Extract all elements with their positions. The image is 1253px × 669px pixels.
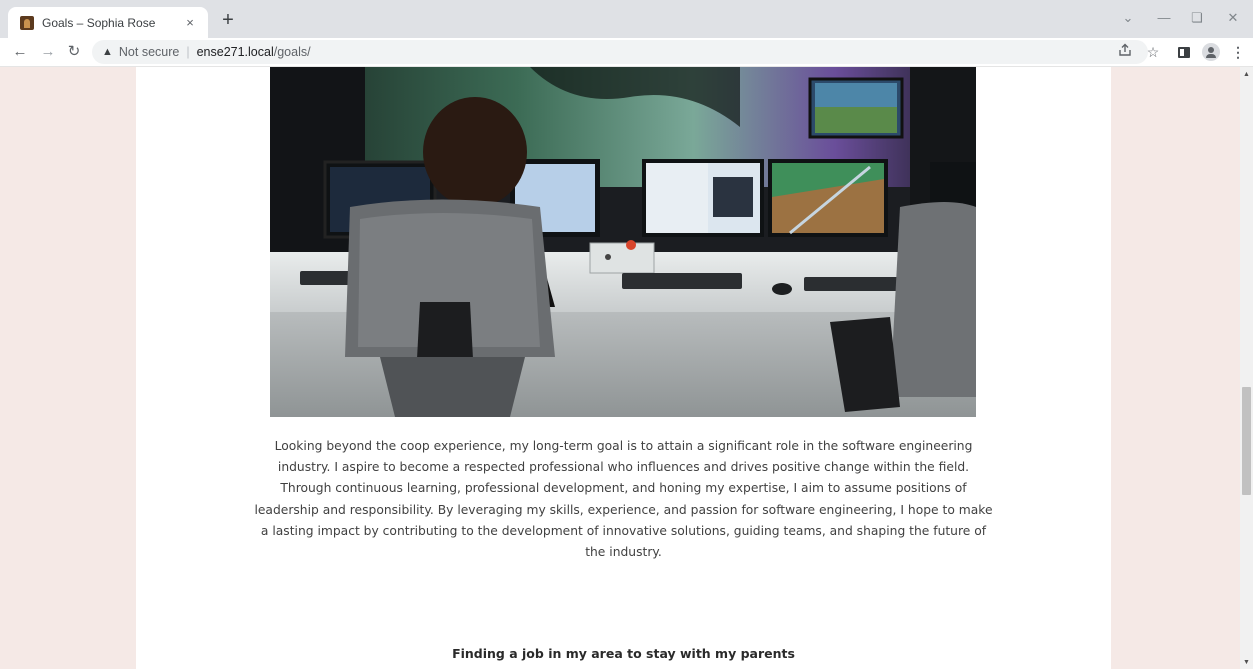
kebab-menu-icon[interactable]: ⋮ [1228, 42, 1248, 62]
tab-close-icon[interactable]: × [182, 15, 198, 30]
control-room-photo [270, 67, 976, 417]
browser-toolbar: ← → ↻ ▲ Not secure | ense271.local/goals… [0, 38, 1253, 67]
new-tab-button[interactable]: + [218, 10, 238, 30]
browser-tab[interactable]: Goals – Sophia Rose × [8, 7, 208, 38]
person-hair [423, 97, 527, 207]
favicon-icon [20, 15, 34, 30]
address-separator: | [186, 45, 190, 59]
reload-icon[interactable]: ↻ [64, 42, 84, 62]
scrollbar-track[interactable] [1240, 67, 1253, 669]
chevron-down-icon[interactable]: ⌄ [1119, 10, 1137, 26]
side-panel-icon[interactable] [1178, 47, 1190, 58]
url-path: /goals/ [273, 45, 311, 59]
hero-illustration [270, 67, 976, 417]
section-heading: Finding a job in my area to stay with my… [452, 646, 795, 661]
page-viewport: Looking beyond the coop experience, my l… [0, 67, 1253, 669]
star-icon[interactable]: ☆ [1143, 42, 1163, 62]
share-icon-glyph [1119, 43, 1131, 56]
second-office-chair [890, 202, 976, 397]
content-column: Looking beyond the coop experience, my l… [136, 67, 1111, 669]
tab-title: Goals – Sophia Rose [42, 15, 156, 30]
security-label: Not secure [118, 45, 180, 59]
address-bar[interactable]: ▲ Not secure | ense271.local/goals/ [92, 40, 1148, 64]
tab-strip: Goals – Sophia Rose × + ⌄ — ❏ ✕ [0, 0, 1253, 38]
url-host: ense271.local [196, 45, 274, 59]
goal-paragraph: Looking beyond the coop experience, my l… [254, 439, 993, 560]
scrollbar-thumb[interactable] [1242, 387, 1251, 495]
minimize-icon[interactable]: — [1155, 10, 1173, 25]
scroll-down-arrow-icon[interactable]: ▼ [1240, 657, 1253, 669]
back-arrow-icon[interactable]: ← [10, 42, 30, 62]
share-icon[interactable] [1115, 42, 1135, 62]
scroll-up-arrow-icon[interactable]: ▲ [1240, 69, 1253, 81]
restore-icon[interactable]: ❏ [1188, 10, 1206, 26]
warning-icon: ▲ [102, 46, 113, 58]
close-icon[interactable]: ✕ [1224, 10, 1242, 26]
profile-icon[interactable] [1202, 43, 1220, 61]
forward-arrow-icon[interactable]: → [38, 42, 58, 62]
